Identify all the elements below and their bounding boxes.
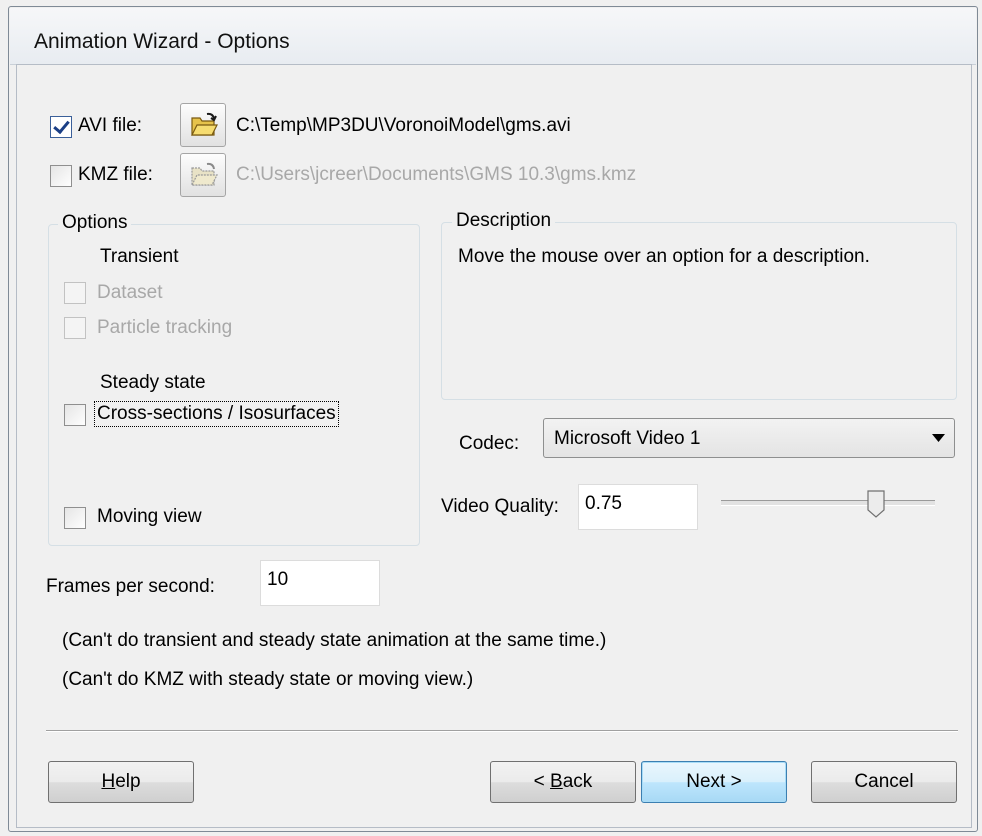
- cancel-label: Cancel: [854, 771, 914, 792]
- kmz-browse-button[interactable]: [180, 153, 226, 197]
- help-button[interactable]: Help: [48, 761, 194, 803]
- title-bar[interactable]: Animation Wizard - Options: [10, 8, 976, 65]
- next-label: Next >: [686, 771, 742, 792]
- cross-sections-checkbox[interactable]: [64, 404, 86, 426]
- chevron-down-icon: [932, 434, 945, 442]
- description-text: Move the mouse over an option for a desc…: [458, 246, 870, 267]
- video-quality-label: Video Quality:: [441, 496, 559, 517]
- kmz-file-label[interactable]: KMZ file:: [78, 164, 153, 186]
- back-label-rest: ack: [562, 771, 593, 792]
- next-button[interactable]: Next >: [641, 761, 787, 803]
- back-button[interactable]: < Back: [490, 761, 636, 803]
- avi-file-path: C:\Temp\MP3DU\VoronoiModel\gms.avi: [236, 115, 571, 136]
- moving-view-label[interactable]: Moving view: [97, 506, 202, 528]
- back-mnemonic: B: [550, 771, 563, 792]
- help-mnemonic: H: [101, 771, 116, 792]
- particle-tracking-label[interactable]: Particle tracking: [97, 317, 232, 339]
- description-group-title: Description: [452, 210, 556, 232]
- codec-label: Codec:: [459, 433, 520, 454]
- avi-browse-button[interactable]: [180, 103, 226, 147]
- window-title: Animation Wizard - Options: [34, 30, 290, 53]
- help-label-rest: elp: [115, 771, 141, 792]
- frames-per-second-label: Frames per second:: [46, 576, 215, 597]
- kmz-file-checkbox[interactable]: [50, 165, 72, 187]
- frames-per-second-input[interactable]: 10: [260, 560, 380, 606]
- codec-value: Microsoft Video 1: [554, 428, 701, 449]
- open-folder-icon-disabled: [191, 162, 218, 186]
- steady-state-header: Steady state: [100, 372, 206, 393]
- transient-header: Transient: [100, 246, 179, 267]
- video-quality-slider-thumb[interactable]: [867, 490, 885, 518]
- options-group-title: Options: [58, 212, 132, 234]
- footer-separator: [46, 730, 958, 732]
- back-prefix: <: [533, 771, 551, 792]
- avi-file-checkbox[interactable]: [50, 116, 72, 138]
- codec-dropdown[interactable]: Microsoft Video 1: [543, 418, 955, 458]
- note-kmz: (Can't do KMZ with steady state or movin…: [62, 669, 474, 690]
- kmz-file-path: C:\Users\jcreer\Documents\GMS 10.3\gms.k…: [236, 164, 637, 185]
- cancel-button[interactable]: Cancel: [811, 761, 957, 803]
- moving-view-checkbox[interactable]: [64, 507, 86, 529]
- dataset-checkbox[interactable]: [64, 282, 86, 304]
- cross-sections-label[interactable]: Cross-sections / Isosurfaces: [94, 401, 339, 427]
- note-transient-steady: (Can't do transient and steady state ani…: [62, 630, 607, 651]
- open-folder-icon: [191, 112, 218, 136]
- video-quality-input[interactable]: 0.75: [578, 484, 698, 530]
- dataset-label[interactable]: Dataset: [97, 282, 162, 304]
- avi-file-label[interactable]: AVI file:: [78, 115, 142, 137]
- video-quality-slider-track[interactable]: [721, 500, 935, 506]
- particle-tracking-checkbox[interactable]: [64, 317, 86, 339]
